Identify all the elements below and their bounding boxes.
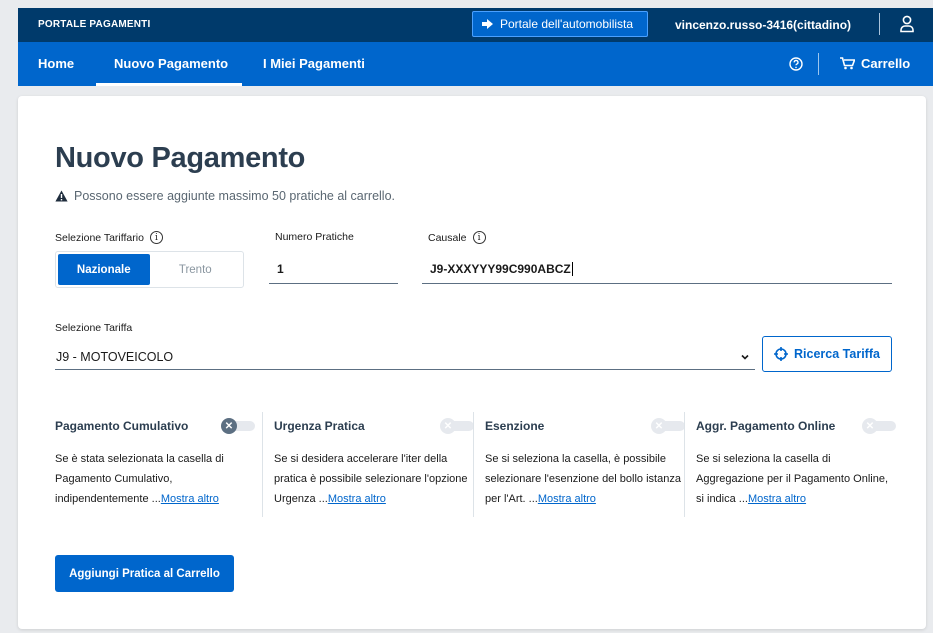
tariffario-label-text: Selezione Tariffario [55, 231, 144, 244]
brand-label: PORTALE PAGAMENTI [38, 19, 151, 30]
cart-button[interactable]: Carrello [840, 56, 910, 71]
esenzione-toggle[interactable]: ✕ [651, 418, 685, 434]
main-card: Nuovo Pagamento Possono essere aggiunte … [18, 96, 926, 629]
option-description: Se si desidera accelerare l'iter della p… [274, 449, 474, 509]
help-icon[interactable] [789, 57, 803, 71]
mostra-altro-link[interactable]: Mostra altro [161, 493, 219, 505]
page-title: Nuovo Pagamento [55, 142, 306, 174]
tariffario-label: Selezione Tariffario i [55, 231, 163, 244]
sign-in-icon [482, 19, 493, 29]
crosshair-icon [774, 347, 789, 361]
option-label: Urgenza Pratica [274, 419, 365, 433]
column-divider [262, 412, 263, 517]
causale-input[interactable]: J9-XXXYYY99C990ABCZ [422, 254, 892, 284]
option-description: Se si seleziona la casella di Aggregazio… [696, 449, 896, 509]
option-aggr-pagamento-online: Aggr. Pagamento Online ✕ Se si seleziona… [696, 412, 896, 509]
option-label: Aggr. Pagamento Online [696, 419, 836, 433]
aggr-pagamento-online-toggle[interactable]: ✕ [862, 418, 896, 434]
ricerca-tariffa-label: Ricerca Tariffa [794, 347, 880, 361]
causale-label-text: Causale [428, 231, 467, 244]
main-nav: Home Nuovo Pagamento I Miei Pagamenti Ca… [18, 42, 933, 86]
option-esenzione: Esenzione ✕ Se si seleziona la casella, … [485, 412, 685, 509]
text-caret [571, 261, 573, 276]
tab-nuovo-pagamento[interactable]: Nuovo Pagamento [114, 56, 228, 71]
top-header: PORTALE PAGAMENTI Portale dell'automobil… [18, 8, 933, 42]
mostra-altro-link[interactable]: Mostra altro [748, 493, 806, 505]
user-icon[interactable] [899, 15, 915, 33]
pagamento-cumulativo-toggle[interactable]: ✕ [221, 418, 255, 434]
chevron-down-icon [741, 354, 749, 360]
add-to-cart-button[interactable]: Aggiungi Pratica al Carrello [55, 555, 234, 592]
portal-link-label: Portale dell'automobilista [500, 17, 634, 31]
column-divider [473, 412, 474, 517]
warning-text: Possono essere aggiunte massimo 50 prati… [74, 189, 396, 203]
active-tab-indicator [96, 83, 242, 86]
tariffario-option-nazionale[interactable]: Nazionale [58, 254, 150, 285]
user-name: vincenzo.russo-3416(cittadino) [675, 18, 852, 32]
mostra-altro-link[interactable]: Mostra altro [538, 493, 596, 505]
numero-pratiche-value: 1 [277, 261, 284, 276]
option-pagamento-cumulativo: Pagamento Cumulativo ✕ Se è stata selezi… [55, 412, 255, 509]
tariffa-select[interactable]: J9 - MOTOVEICOLO [55, 344, 755, 370]
header-divider [879, 13, 880, 35]
option-description: Se si seleziona la casella, è possibile … [485, 449, 685, 509]
mostra-altro-link[interactable]: Mostra altro [328, 493, 386, 505]
warning-message: Possono essere aggiunte massimo 50 prati… [55, 189, 395, 203]
numero-pratiche-input[interactable]: 1 [269, 254, 398, 284]
close-icon: ✕ [862, 418, 878, 434]
cart-icon [840, 57, 855, 70]
ricerca-tariffa-button[interactable]: Ricerca Tariffa [762, 336, 892, 372]
info-icon[interactable]: i [149, 231, 163, 244]
tariffa-label: Selezione Tariffa [55, 322, 133, 334]
info-icon[interactable]: i [472, 231, 486, 244]
option-urgenza-pratica: Urgenza Pratica ✕ Se si desidera acceler… [274, 412, 474, 509]
numero-pratiche-label: Numero Pratiche [275, 231, 354, 243]
warning-icon [55, 190, 68, 202]
causale-label: Causale i [428, 231, 486, 244]
tab-miei-pagamenti[interactable]: I Miei Pagamenti [263, 56, 365, 71]
column-divider [684, 412, 685, 517]
tariffario-option-trento[interactable]: Trento [150, 254, 242, 285]
tab-home[interactable]: Home [38, 56, 74, 71]
causale-value: J9-XXXYYY99C990ABCZ [430, 261, 571, 276]
nav-divider [818, 53, 819, 75]
portal-automobilista-link[interactable]: Portale dell'automobilista [472, 11, 648, 37]
close-icon: ✕ [651, 418, 667, 434]
close-icon: ✕ [440, 418, 456, 434]
cart-label: Carrello [861, 56, 911, 71]
option-label: Esenzione [485, 419, 545, 433]
tariffario-toggle: Nazionale Trento [55, 251, 244, 288]
urgenza-pratica-toggle[interactable]: ✕ [440, 418, 474, 434]
tariffa-value: J9 - MOTOVEICOLO [56, 349, 174, 364]
option-description: Se è stata selezionata la casella di Pag… [55, 449, 255, 509]
option-label: Pagamento Cumulativo [55, 419, 189, 433]
close-icon: ✕ [221, 418, 237, 434]
